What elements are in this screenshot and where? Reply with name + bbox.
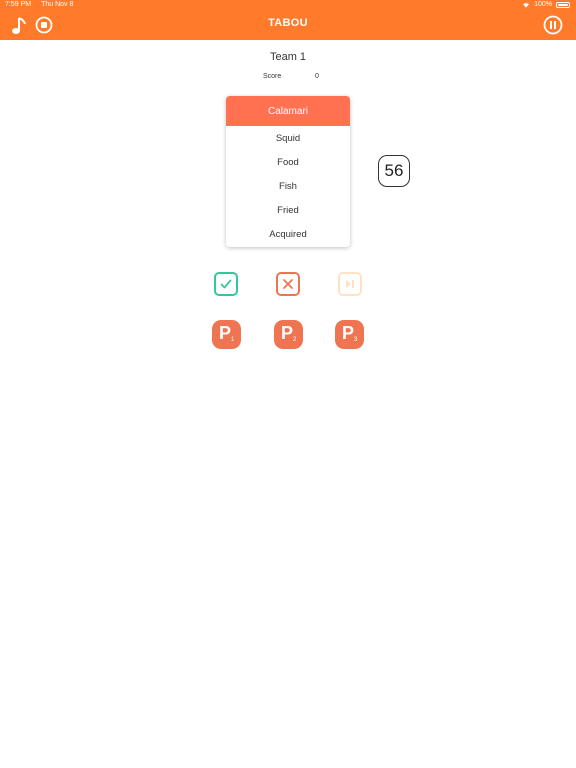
top-bar: 7:59 PM Thu Nov 8 100% TABOU <box>0 0 576 40</box>
pass-letter: P <box>342 323 355 343</box>
taboo-card: Calamari Squid Food Fish Fried Acquired <box>226 96 350 247</box>
app-title: TABOU <box>268 17 308 29</box>
taboo-word: Squid <box>275 132 301 144</box>
taboo-word: Acquired <box>269 228 307 240</box>
pass-number: 1 <box>231 337 235 343</box>
status-bar-left: 7:59 PM Thu Nov 8 <box>5 1 73 8</box>
correct-button[interactable] <box>214 272 238 296</box>
pass-number: 2 <box>293 337 297 343</box>
taboo-word: Fish <box>279 180 297 192</box>
pass-letter: P <box>281 323 294 343</box>
pass-button-1[interactable]: P 1 <box>212 320 241 349</box>
pass-number: 3 <box>354 337 358 343</box>
status-date: Thu Nov 8 <box>41 1 74 8</box>
cross-icon <box>283 279 293 289</box>
team-name: Team 1 <box>269 51 307 63</box>
skip-icon <box>346 280 354 288</box>
score-label: Score <box>263 73 282 80</box>
wrong-button[interactable] <box>276 272 300 296</box>
pause-icon[interactable] <box>543 15 563 35</box>
pass-button-2[interactable]: P 2 <box>274 320 303 349</box>
pass-letter: P <box>219 323 232 343</box>
pass-button-3[interactable]: P 3 <box>335 320 364 349</box>
check-icon <box>220 279 232 289</box>
countdown-timer: 56 <box>378 155 410 187</box>
battery-percent: 100% <box>534 1 552 8</box>
battery-icon <box>556 1 570 8</box>
status-bar-right: 100% <box>522 1 570 8</box>
score-value: 0 <box>315 73 319 80</box>
skip-button[interactable] <box>338 272 362 296</box>
wifi-icon <box>523 2 530 8</box>
taboo-word: Food <box>277 156 299 168</box>
status-time: 7:59 PM <box>5 1 32 8</box>
taboo-word: Fried <box>277 204 299 216</box>
card-word: Calamari <box>226 96 350 126</box>
